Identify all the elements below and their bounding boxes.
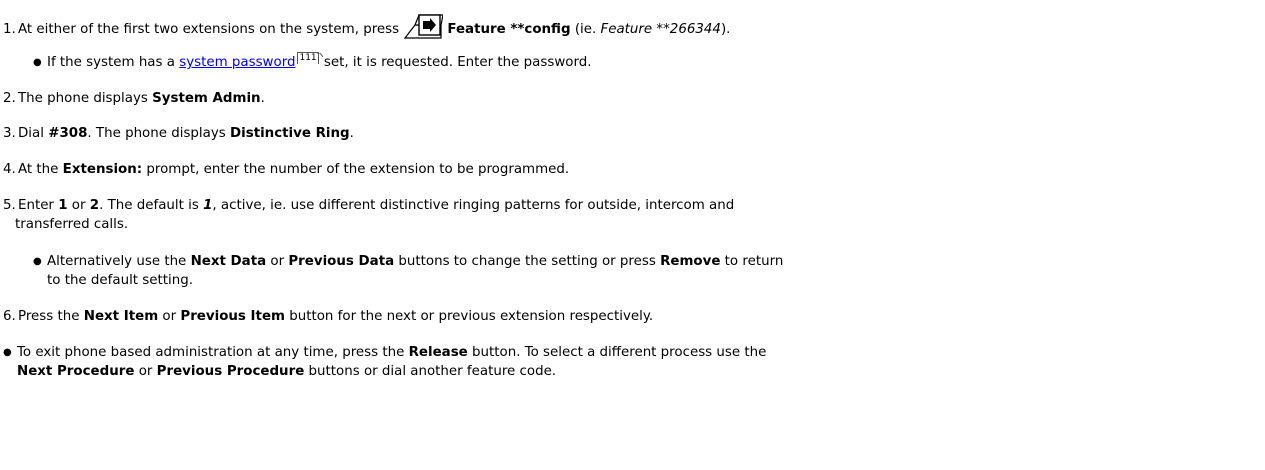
option-value: 1 xyxy=(58,198,68,213)
step-text: button for the next or previous extensio… xyxy=(284,309,654,324)
display-text: Distinctive Ring xyxy=(230,126,350,141)
step-text: . The default is xyxy=(99,198,204,213)
display-text: System Admin xyxy=(152,91,261,106)
step-text: transferred calls. xyxy=(15,217,129,232)
step-text: . xyxy=(349,126,354,141)
step-number: 3. xyxy=(3,126,16,141)
step-4: 4. At the Extension: prompt, enter the nu… xyxy=(3,160,569,179)
bullet-icon: ● xyxy=(33,256,42,267)
tip-text: To exit phone based administration at an… xyxy=(17,345,409,360)
button-name: Previous Data xyxy=(288,254,395,269)
step-text: Press the xyxy=(18,309,84,324)
note-text: If the system has a xyxy=(47,55,180,70)
step-5-note-continuation: to the default setting. xyxy=(47,271,193,290)
option-value: 2 xyxy=(89,198,100,213)
feature-button-icon xyxy=(403,13,445,39)
step-5: 5. Enter 1 or 2. The default is 1, active… xyxy=(3,196,734,215)
step-1: 1. At either of the first two extensions … xyxy=(3,13,730,39)
popup-reference-icon[interactable]: 111 xyxy=(297,52,323,64)
button-name: Previous Item xyxy=(180,309,285,324)
step-number: 6. xyxy=(3,309,16,324)
step-text: or xyxy=(67,198,90,213)
note-text: or xyxy=(266,254,289,269)
step-5-note: ● Alternatively use the Next Data or Prev… xyxy=(33,252,783,271)
note-text: to return xyxy=(720,254,784,269)
tip-text: or xyxy=(134,364,157,379)
step-text: ). xyxy=(720,22,731,37)
system-password-link[interactable]: system password xyxy=(179,55,295,70)
step-text: (ie. xyxy=(570,22,601,37)
tip-text: button. To select a different process us… xyxy=(467,345,767,360)
step-3: 3. Dial #308. The phone displays Distinct… xyxy=(3,124,354,143)
note-text: to the default setting. xyxy=(47,273,193,288)
step-text: The phone displays xyxy=(18,91,153,106)
reference-number: 111 xyxy=(299,53,317,63)
step-text: . The phone displays xyxy=(87,126,231,141)
feature-code-example: Feature **266344 xyxy=(600,22,721,37)
dial-code: #308 xyxy=(48,126,88,141)
button-name: Remove xyxy=(660,254,721,269)
step-number: 1. xyxy=(3,22,16,37)
exit-tip: ● To exit phone based administration at a… xyxy=(3,343,766,362)
exit-tip-continuation: Next Procedure or Previous Procedure but… xyxy=(17,362,556,381)
feature-config-code: Feature **config xyxy=(447,22,571,37)
default-value: 1 xyxy=(203,198,213,213)
button-name: Next Data xyxy=(190,254,267,269)
step-2: 2. The phone displays System Admin. xyxy=(3,89,265,108)
prompt-text: Extension: xyxy=(62,162,143,177)
button-name: Next Item xyxy=(83,309,159,324)
step-text: , active, ie. use different distinctive … xyxy=(212,198,735,213)
button-name: Previous Procedure xyxy=(156,364,305,379)
step-1-note: ● If the system has a system password 111 … xyxy=(33,52,591,72)
step-text: . xyxy=(260,91,265,106)
bullet-icon: ● xyxy=(33,57,42,68)
step-6: 6. Press the Next Item or Previous Item b… xyxy=(3,307,653,326)
step-text: At the xyxy=(18,162,63,177)
step-number: 4. xyxy=(3,162,16,177)
step-number: 5. xyxy=(3,198,16,213)
note-text: Alternatively use the xyxy=(47,254,191,269)
step-text: prompt, enter the number of the extensio… xyxy=(142,162,570,177)
step-text: or xyxy=(158,309,181,324)
bullet-icon: ● xyxy=(3,347,12,358)
button-name: Next Procedure xyxy=(17,364,135,379)
step-text: Enter xyxy=(18,198,59,213)
step-text: At either of the first two extensions on… xyxy=(18,22,404,37)
step-5-continuation: transferred calls. xyxy=(15,215,128,234)
note-text: set, it is requested. Enter the password… xyxy=(319,55,592,70)
button-name: Release xyxy=(408,345,468,360)
step-text: Dial xyxy=(18,126,49,141)
note-text: buttons to change the setting or press xyxy=(394,254,661,269)
tip-text: buttons or dial another feature code. xyxy=(304,364,557,379)
step-number: 2. xyxy=(3,91,16,106)
